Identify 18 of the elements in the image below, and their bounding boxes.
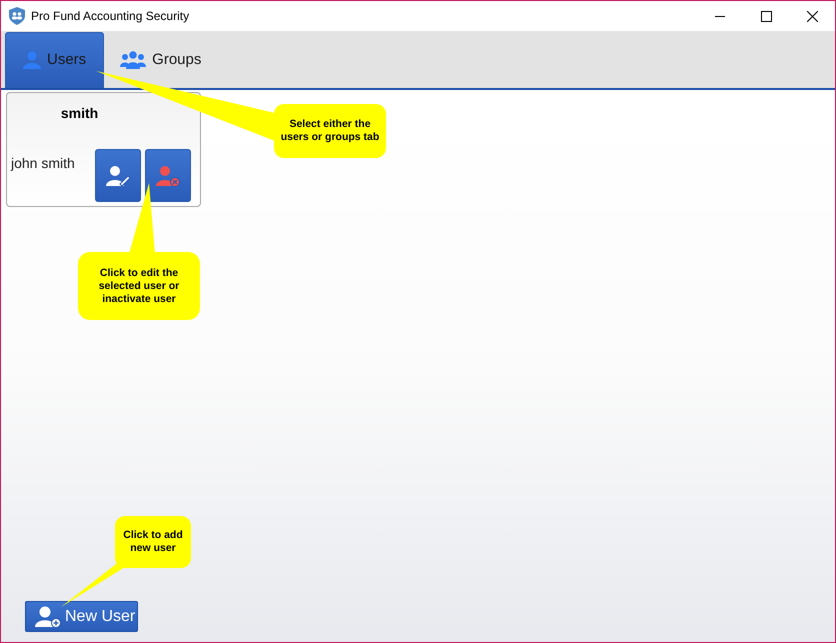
user-icon	[23, 51, 41, 69]
window-title: Pro Fund Accounting Security	[31, 8, 190, 25]
inactivate-user-button[interactable]	[145, 149, 191, 202]
full-name: john smith	[11, 154, 75, 173]
callout: Click to add new user	[115, 516, 191, 568]
user-card[interactable]: smith john smith	[6, 92, 201, 207]
new-user-button[interactable]: New User	[25, 601, 138, 632]
group-icon	[120, 51, 146, 69]
tab[interactable]: Groups	[110, 32, 212, 88]
callout: Click to edit the selected user or inactivate user	[78, 252, 200, 320]
user-add-icon	[35, 606, 61, 628]
username: smith	[60, 104, 100, 123]
shield-icon	[9, 7, 25, 25]
edit-user-button[interactable]	[95, 149, 141, 202]
user-remove-icon	[156, 164, 180, 186]
leader-line	[129, 183, 155, 254]
callout: Select either the users or groups tab	[274, 104, 386, 158]
user-edit-icon	[106, 164, 130, 186]
